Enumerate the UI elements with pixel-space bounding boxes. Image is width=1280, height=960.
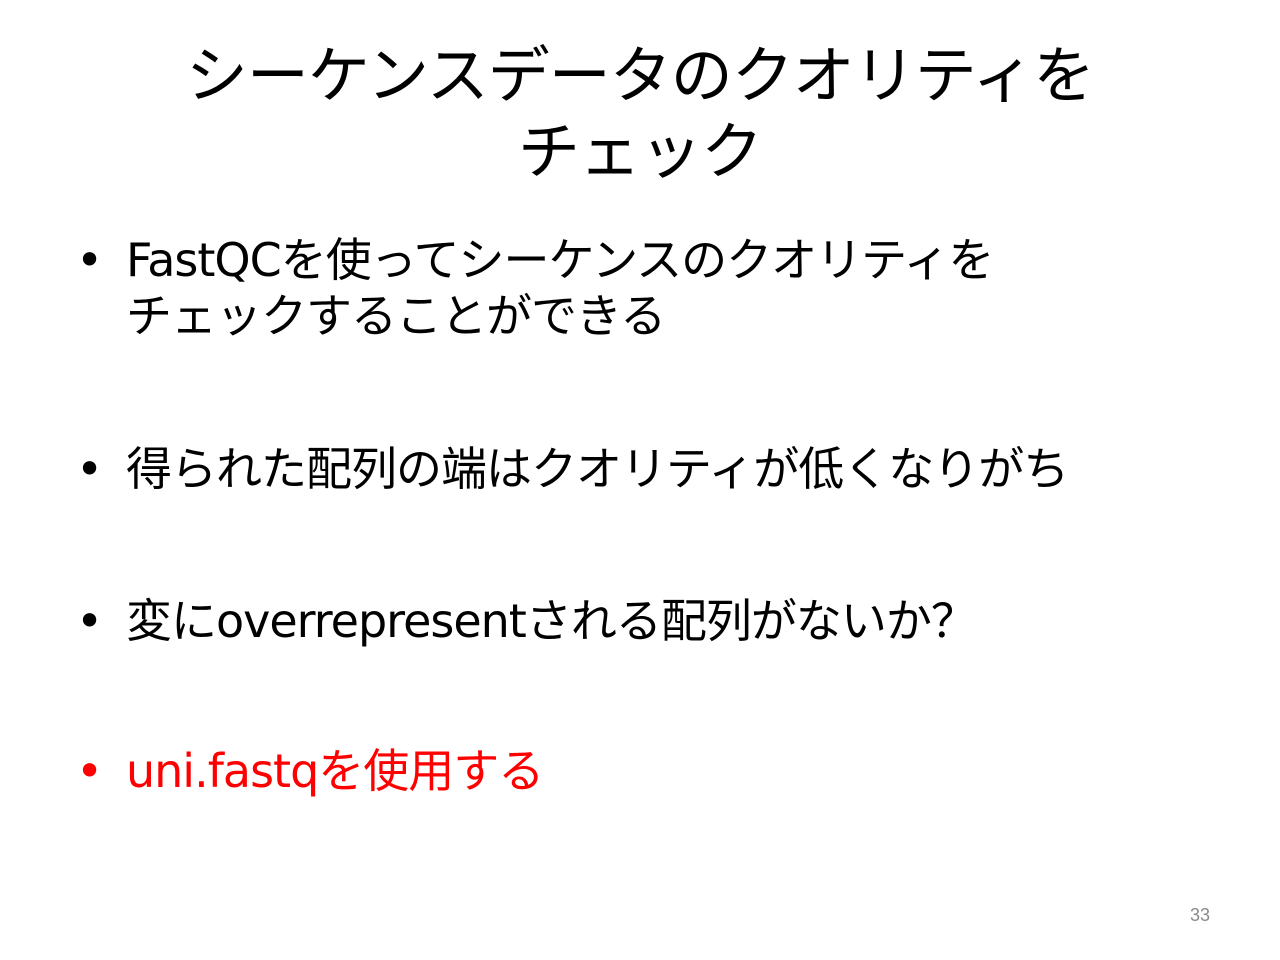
bullet-item-sequence-ends: • 得られた配列の端はクオリティが低くなりがち (76, 441, 1246, 497)
bullet-text-line: FastQCを使ってシーケンスのクオリティを (126, 233, 994, 287)
bullet-list: • FastQCを使ってシーケンスのクオリティを チェックすることができる • … (0, 0, 1280, 960)
bullet-item-uni-fastq: • uni.fastqを使用する (76, 743, 1246, 799)
bullet-text: 得られた配列の端はクオリティが低くなりがち (126, 441, 1246, 497)
page-number: 33 (1189, 905, 1210, 925)
bullet-item-fastqc: • FastQCを使ってシーケンスのクオリティを チェックすることができる (76, 232, 1246, 344)
slide: シーケンスデータのクオリティを チェック • FastQCを使ってシーケンスのク… (0, 0, 1280, 960)
bullet-marker: • (76, 594, 103, 648)
bullet-text: 変にoverrepresentされる配列がないか？ (126, 593, 1246, 649)
bullet-marker: • (76, 233, 103, 287)
bullet-text-line: uni.fastqを使用する (126, 744, 544, 798)
bullet-text: uni.fastqを使用する (126, 743, 1246, 799)
bullet-text-line: 変にoverrepresentされる配列がないか？ (126, 594, 977, 648)
bullet-text: FastQCを使ってシーケンスのクオリティを チェックすることができる (126, 232, 1246, 344)
bullet-marker: • (76, 442, 103, 496)
bullet-text-line: チェックすることができる (126, 289, 666, 343)
bullet-marker: • (76, 744, 103, 798)
bullet-text-line: 得られた配列の端はクオリティが低くなりがち (126, 442, 1069, 496)
bullet-item-overrepresented: • 変にoverrepresentされる配列がないか？ (76, 593, 1246, 649)
